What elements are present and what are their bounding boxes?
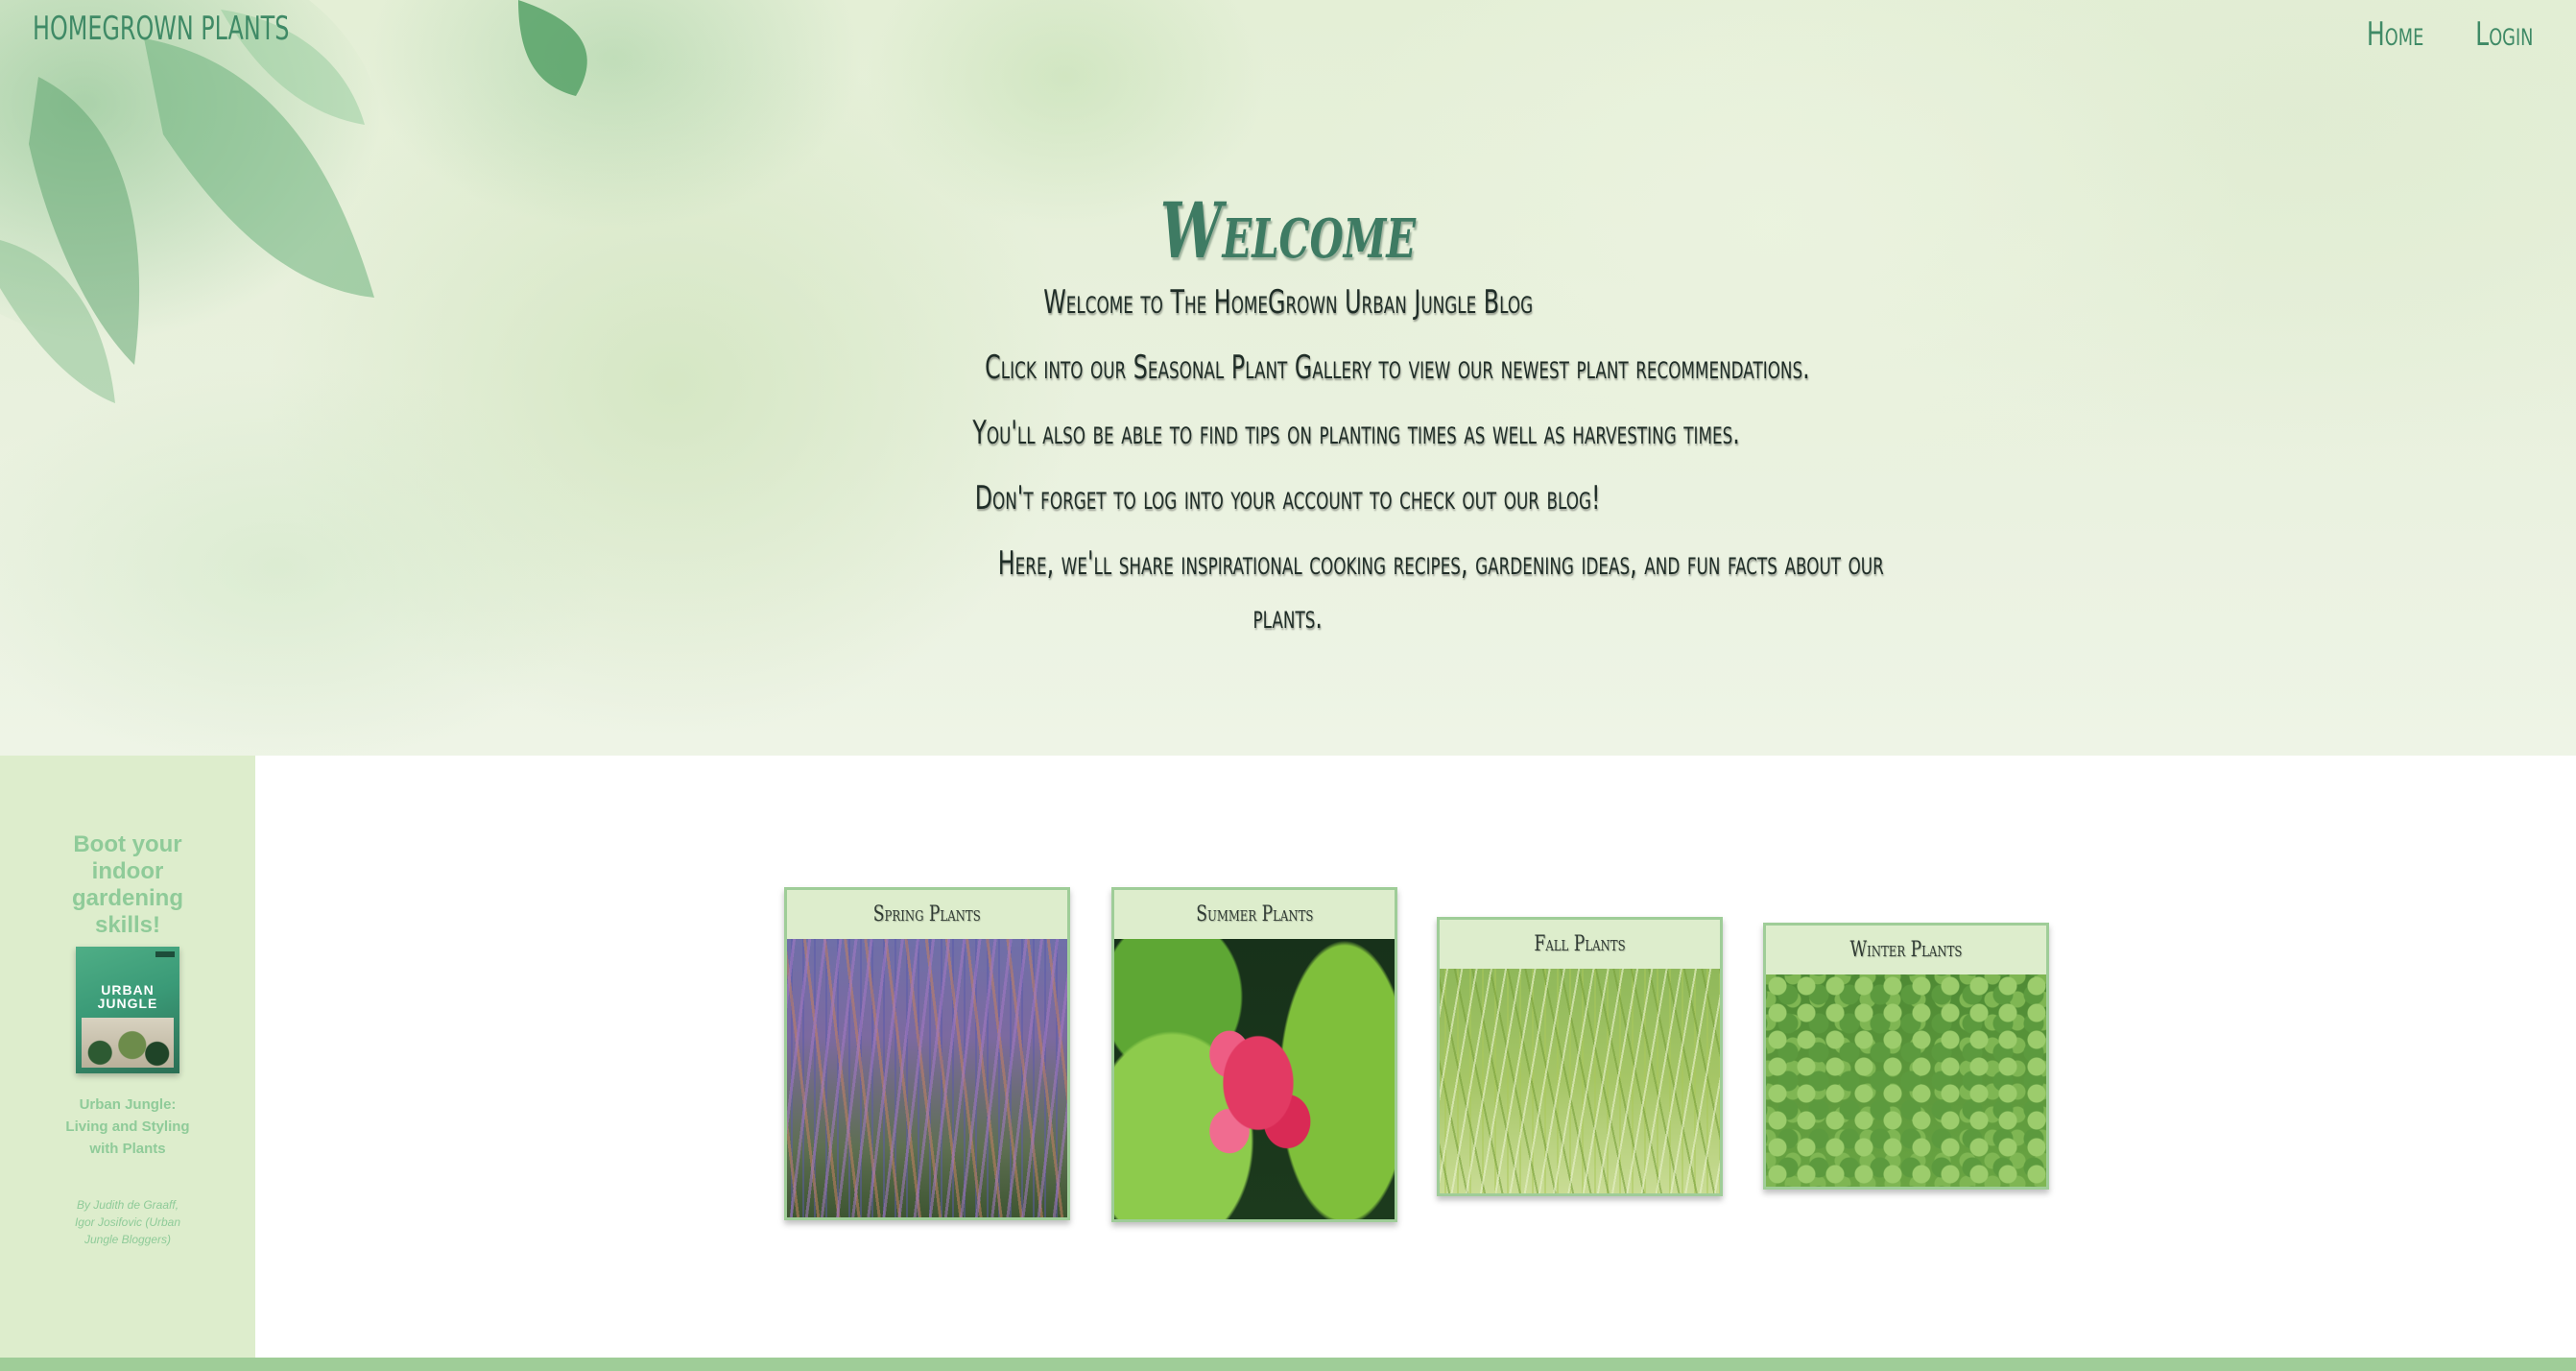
fall-plants-image[interactable]	[1440, 969, 1720, 1193]
hero-content: Welcome Welcome to The HomeGrown Urban J…	[808, 185, 1884, 642]
card-title-text: Spring Plants	[873, 902, 981, 926]
book-cover-plants	[82, 1018, 174, 1068]
hero-intro-text: You'll also be able to find tips on plan…	[808, 408, 1768, 458]
hero-line-3: You'll also be able to find tips on plan…	[972, 414, 1740, 452]
hero-line-2: Click into our Seasonal Plant Gallery to…	[985, 349, 1810, 387]
promo-title: Boot your indoor gardening skills!	[71, 831, 183, 938]
hero-line-1: Welcome to The HomeGrown Urban Jungle Bl…	[1043, 283, 1533, 322]
winter-plants-image[interactable]	[1766, 974, 2046, 1187]
card-title-text: Summer Plants	[1195, 902, 1314, 926]
card-title: Winter Plants	[1766, 926, 2046, 974]
hero-banner: HOMEGROWN PLANTS Home Login Welcome Welc…	[0, 0, 2576, 756]
nav-home-link[interactable]: Home	[2367, 15, 2423, 54]
card-title-text: Winter Plants	[1849, 938, 1963, 962]
book-promo-sidebar: Boot your indoor gardening skills! URBAN…	[0, 756, 255, 1358]
watercolor-wash	[365, 0, 864, 230]
hero-intro-text: Here, we'll share inspirational cooking …	[808, 539, 1884, 589]
main-nav: Home Login	[2347, 15, 2533, 54]
watercolor-wash	[0, 0, 384, 346]
spring-plants-image[interactable]	[787, 939, 1067, 1217]
leaf-illustration	[0, 0, 587, 403]
gallery-card-spring[interactable]: Spring Plants	[784, 887, 1070, 1220]
book-cover-title: URBAN JUNGLE	[97, 982, 158, 1011]
summer-plants-image[interactable]	[1114, 939, 1395, 1219]
gallery-card-summer[interactable]: Summer Plants	[1111, 887, 1397, 1222]
footer-strip	[0, 1358, 2576, 1371]
nav-login-link[interactable]: Login	[2475, 15, 2533, 54]
book-cover-badge	[155, 951, 175, 957]
hero-line-4: Don't forget to log into your account to…	[975, 479, 1601, 517]
book-author: By Judith de Graaff, Igor Josifovic (Urb…	[74, 1198, 181, 1246]
book-cover-image[interactable]: URBAN JUNGLE	[76, 947, 179, 1073]
card-title-text: Fall Plants	[1534, 932, 1626, 956]
hero-intro-text: plants.	[808, 592, 1768, 642]
gallery-card-winter[interactable]: Winter Plants	[1763, 923, 2049, 1190]
site-logo[interactable]: HOMEGROWN PLANTS	[33, 10, 289, 48]
hero-intro-text: Don't forget to log into your account to…	[808, 473, 1768, 523]
book-title-link[interactable]: Urban Jungle: Living and Styling with Pl…	[63, 1094, 192, 1160]
page-title: Welcome	[1159, 185, 1417, 276]
hero-line-5: Here, we'll share inspirational cooking …	[997, 544, 1884, 583]
gallery-card-fall[interactable]: Fall Plants	[1437, 917, 1723, 1196]
watercolor-wash	[0, 365, 614, 756]
card-title: Summer Plants	[1114, 890, 1395, 939]
hero-line-6: plants.	[1252, 598, 1324, 637]
hero-intro-text: Click into our Seasonal Plant Gallery to…	[808, 343, 1810, 393]
card-title: Fall Plants	[1440, 920, 1720, 969]
card-title: Spring Plants	[787, 890, 1067, 939]
hero-intro-text: Welcome to The HomeGrown Urban Jungle Bl…	[808, 277, 1768, 327]
